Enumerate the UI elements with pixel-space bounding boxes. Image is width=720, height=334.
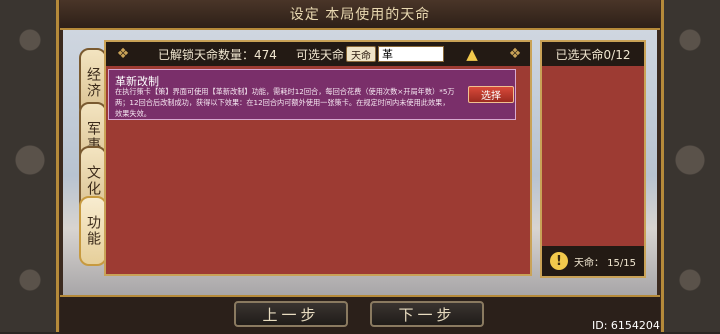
dragon-ornament-icon: ❖ (116, 46, 130, 62)
dragon-ornament-icon: ❖ (508, 46, 522, 62)
player-id: ID: 6154204 (592, 319, 660, 332)
page-title: 设定 本局使用的天命 (289, 7, 431, 23)
search-input[interactable] (378, 46, 444, 62)
select-label: 可选天命 (296, 48, 345, 62)
bottom-bar (60, 295, 660, 334)
destiny-card[interactable]: 革新改制 在执行策卡【策】界面可使用【革新改制】功能，需耗时12回合，每回合花费… (108, 69, 516, 120)
main-panel-header: ❖ 已解锁天命数量：474 可选天命 天命 ▲ ❖ (106, 42, 530, 66)
card-description: 在执行策卡【策】界面可使用【革新改制】功能，需耗时12回合，每回合花费（使用次数… (115, 87, 455, 118)
warning-icon[interactable]: ! (550, 252, 568, 270)
choose-button[interactable]: 选择 (468, 86, 514, 103)
right-decorative-pattern (660, 0, 720, 332)
filter-dropdown[interactable]: 天命 (346, 46, 376, 62)
selected-title: 已选天命0/12 (542, 42, 644, 66)
search-icon[interactable]: ▲ (458, 44, 486, 64)
unlocked-count: 已解锁天命数量：474 (158, 48, 277, 62)
selected-panel: 已选天命0/12 ! 天命： 15/15 (540, 40, 646, 278)
quota-text: 天命： 15/15 (574, 257, 636, 269)
tab-function[interactable]: 功能 (79, 196, 107, 266)
title-bar: 设定 本局使用的天命 (60, 0, 660, 30)
left-decorative-pattern (0, 0, 60, 332)
prev-button[interactable]: 上一步 (234, 301, 348, 327)
selected-footer: ! 天命： 15/15 (542, 246, 644, 276)
next-button[interactable]: 下一步 (370, 301, 484, 327)
